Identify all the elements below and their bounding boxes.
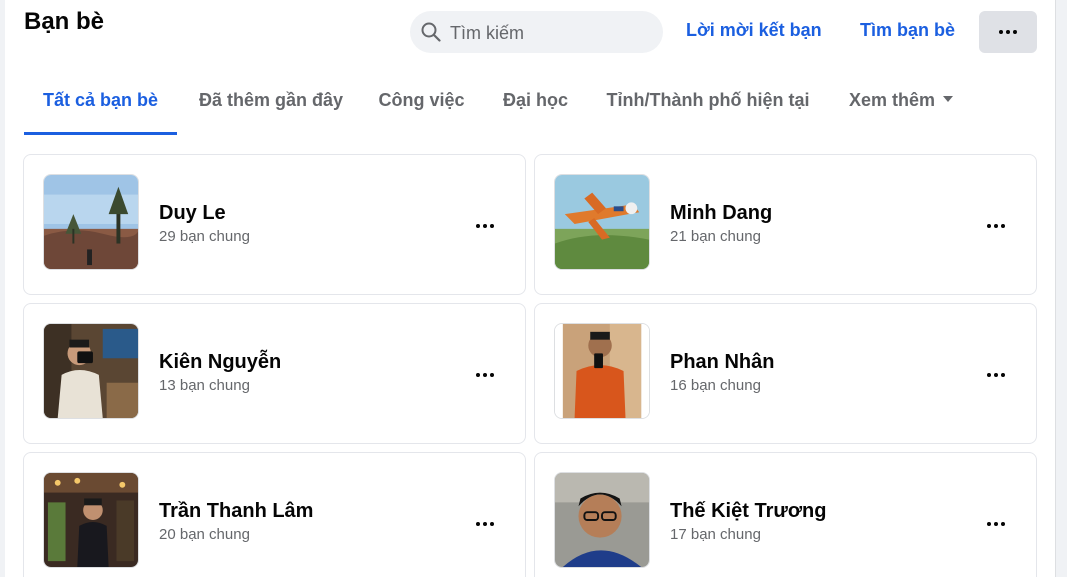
more-horizontal-icon	[987, 522, 1005, 526]
avatar[interactable]	[43, 472, 139, 568]
avatar[interactable]	[43, 174, 139, 270]
tab-university[interactable]: Đại học	[492, 70, 579, 135]
friend-name[interactable]: Phan Nhân	[670, 351, 774, 374]
friend-options-button[interactable]	[975, 503, 1017, 545]
more-horizontal-icon	[476, 373, 494, 377]
friend-card: Minh Dang 21 bạn chung	[534, 154, 1037, 295]
friend-name[interactable]: Duy Le	[159, 202, 226, 225]
tab-all-friends[interactable]: Tất cả bạn bè	[24, 70, 177, 135]
friend-card: Trần Thanh Lâm 20 bạn chung	[23, 452, 526, 577]
friend-requests-link[interactable]: Lời mời kết bạn	[686, 20, 822, 41]
mutual-friends-count[interactable]: 21 bạn chung	[670, 228, 761, 245]
tab-label: Xem thêm	[848, 90, 936, 110]
friend-name[interactable]: Trần Thanh Lâm	[159, 500, 313, 523]
friends-panel: Bạn bè Lời mời kết bạn Tìm bạn bè Tất cả…	[5, 0, 1056, 577]
avatar[interactable]	[43, 323, 139, 419]
more-horizontal-icon	[999, 30, 1017, 34]
friend-name[interactable]: Minh Dang	[670, 202, 772, 225]
avatar[interactable]	[554, 472, 650, 568]
friend-card: Kiên Nguyễn 13 bạn chung	[23, 303, 526, 444]
mutual-friends-count[interactable]: 17 bạn chung	[670, 526, 761, 543]
tab-recently-added[interactable]: Đã thêm gần đây	[192, 70, 350, 135]
friend-card: Thế Kiệt Trương 17 bạn chung	[534, 452, 1037, 577]
friend-card: Duy Le 29 bạn chung	[23, 154, 526, 295]
friend-card: Phan Nhân 16 bạn chung	[534, 303, 1037, 444]
avatar[interactable]	[554, 174, 650, 270]
friend-options-button[interactable]	[464, 503, 506, 545]
more-horizontal-icon	[476, 224, 494, 228]
more-horizontal-icon	[987, 224, 1005, 228]
page-title: Bạn bè	[24, 8, 105, 35]
tab-label: Đã thêm gần đây	[198, 90, 344, 110]
search-icon	[421, 22, 441, 42]
more-horizontal-icon	[987, 373, 1005, 377]
caret-down-icon	[943, 96, 954, 103]
search-input[interactable]	[448, 11, 652, 55]
search-box[interactable]	[410, 11, 663, 55]
mutual-friends-count[interactable]: 13 bạn chung	[159, 377, 250, 394]
tab-bar: Tất cả bạn bè Đã thêm gần đây Công việc …	[5, 70, 1055, 135]
tab-work[interactable]: Công việc	[368, 70, 475, 135]
more-horizontal-icon	[476, 522, 494, 526]
tab-label: Tất cả bạn bè	[42, 90, 159, 110]
tab-label: Đại học	[502, 90, 568, 110]
more-options-button[interactable]	[979, 11, 1037, 53]
tab-label: Tỉnh/Thành phố hiện tại	[606, 90, 810, 110]
friend-name[interactable]: Thế Kiệt Trương	[670, 500, 826, 523]
friend-name[interactable]: Kiên Nguyễn	[159, 351, 281, 374]
mutual-friends-count[interactable]: 29 bạn chung	[159, 228, 250, 245]
friend-options-button[interactable]	[975, 205, 1017, 247]
friend-options-button[interactable]	[975, 354, 1017, 396]
avatar[interactable]	[554, 323, 650, 419]
tab-see-more[interactable]: Xem thêm	[837, 70, 965, 135]
friend-options-button[interactable]	[464, 354, 506, 396]
tab-label: Công việc	[378, 90, 465, 110]
mutual-friends-count[interactable]: 20 bạn chung	[159, 526, 250, 543]
tab-current-city[interactable]: Tỉnh/Thành phố hiện tại	[597, 70, 819, 135]
find-friends-link[interactable]: Tìm bạn bè	[860, 20, 955, 41]
friend-options-button[interactable]	[464, 205, 506, 247]
mutual-friends-count[interactable]: 16 bạn chung	[670, 377, 761, 394]
